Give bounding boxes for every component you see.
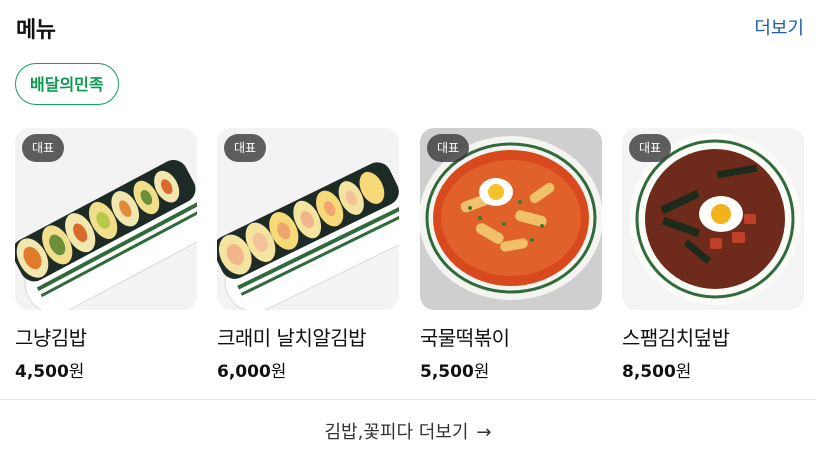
- arrow-right-icon: →: [476, 422, 492, 443]
- section-title: 메뉴: [16, 18, 56, 43]
- signature-badge: 대표: [224, 134, 267, 162]
- price-value: 5,500: [420, 362, 474, 382]
- menu-card[interactable]: 대표 크래미 날치알김밥 6,000원: [217, 128, 399, 382]
- menu-card[interactable]: 대표 스팸김치덮밥 8,500원: [622, 128, 804, 382]
- menu-grid: 대표 그냥김밥 4,500원 대표 크래미 날치알김밥 6,000원 대표 국물…: [15, 128, 805, 382]
- price-value: 8,500: [622, 362, 676, 382]
- menu-card[interactable]: 대표 그냥김밥 4,500원: [15, 128, 197, 382]
- menu-price: 8,500원: [622, 357, 804, 382]
- divider: [0, 399, 816, 400]
- price-currency: 원: [473, 362, 490, 382]
- menu-image-plain-gimbap[interactable]: 대표: [15, 128, 197, 310]
- menu-image-spam-kimchi-rice-bowl[interactable]: 대표: [622, 128, 804, 310]
- price-currency: 원: [675, 362, 692, 382]
- store-more-link[interactable]: 김밥,꽃피다 더보기 →: [0, 418, 816, 444]
- menu-name[interactable]: 국물떡볶이: [420, 322, 602, 351]
- menu-name[interactable]: 그냥김밥: [15, 322, 197, 351]
- menu-name[interactable]: 크래미 날치알김밥: [217, 322, 399, 351]
- signature-badge: 대표: [427, 134, 470, 162]
- price-currency: 원: [270, 362, 287, 382]
- price-value: 4,500: [15, 362, 69, 382]
- platform-chip-baemin[interactable]: 배달의민족: [15, 63, 119, 105]
- menu-card[interactable]: 대표 국물떡볶이 5,500원: [420, 128, 602, 382]
- price-currency: 원: [68, 362, 85, 382]
- price-value: 6,000: [217, 362, 271, 382]
- menu-price: 6,000원: [217, 357, 399, 382]
- signature-badge: 대표: [629, 134, 672, 162]
- more-link[interactable]: 더보기: [754, 14, 804, 40]
- menu-image-soup-tteokbokki[interactable]: 대표: [420, 128, 602, 310]
- store-more-label[interactable]: 김밥,꽃피다 더보기: [324, 422, 468, 443]
- section-header: 메뉴 더보기: [16, 12, 804, 44]
- menu-image-crab-roe-gimbap[interactable]: 대표: [217, 128, 399, 310]
- menu-name[interactable]: 스팸김치덮밥: [622, 322, 804, 351]
- menu-price: 4,500원: [15, 357, 197, 382]
- menu-price: 5,500원: [420, 357, 602, 382]
- signature-badge: 대표: [22, 134, 65, 162]
